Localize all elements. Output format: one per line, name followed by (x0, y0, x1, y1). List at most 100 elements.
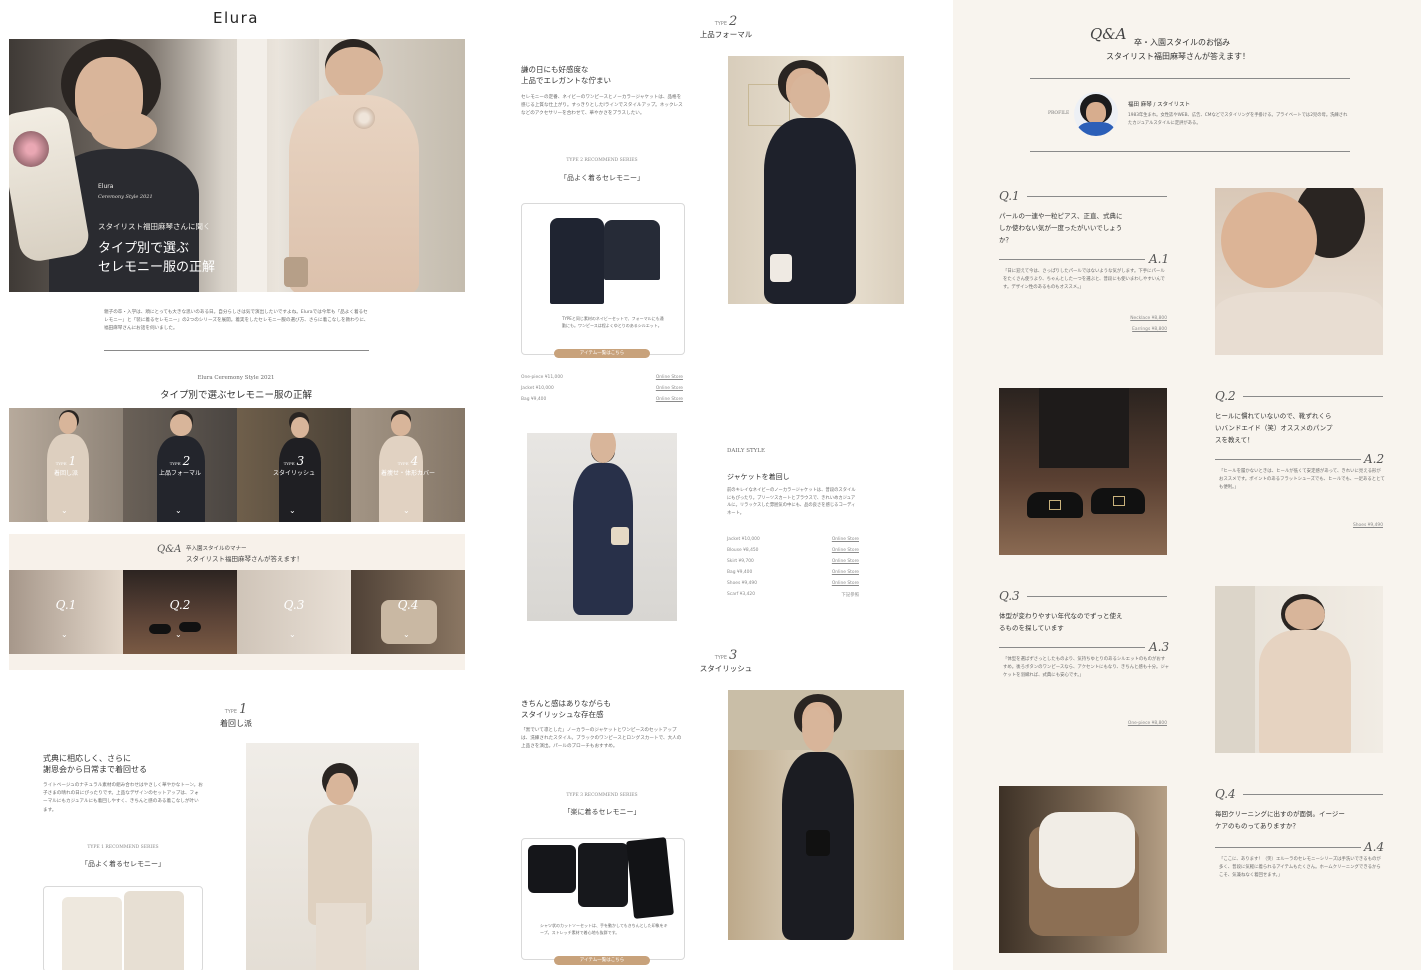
a3-answer: 「体型を選ばずさっとしたものより、気持ちゆとりのあるシルエットのものがおすすめ。… (1003, 657, 1170, 679)
type1-heading-1: 式典に相応しく、さらに (43, 754, 131, 763)
type-tile-4-label: 着痩せ・体形カバー (380, 470, 435, 477)
type2-num: 2 (729, 14, 738, 29)
type2-item-link[interactable]: Online Store (656, 386, 683, 391)
chevron-down-icon: ⌄ (289, 630, 296, 639)
chevron-down-icon: ⌄ (175, 506, 182, 515)
daily-item-link[interactable]: Online Store (832, 548, 859, 553)
qa-title-1: 卒・入園スタイルのお悩み (1134, 38, 1230, 47)
daily-item-row: Scarf ¥3,420 下記参照 (727, 592, 859, 603)
type3-heading: TYPE 3 (686, 648, 766, 663)
a1-answer: 「日に迎えて今は、さっぱりしたパールではないような気がします。下手にパールをたく… (1003, 269, 1165, 291)
type1-prefix: TYPE (224, 709, 237, 715)
daily-item-link[interactable]: Online Store (832, 581, 859, 586)
type3-photo (728, 690, 904, 940)
profile-label: PROFILE (1048, 111, 1070, 116)
q1-photo (1215, 188, 1383, 355)
daily-item-name: Skirt ¥9,700 (727, 559, 754, 564)
type1-num: 1 (239, 702, 248, 717)
q2-rule (1243, 396, 1383, 397)
q3-label: Q.3 (999, 589, 1020, 603)
a4-label: A.4 (1364, 840, 1385, 854)
daily-item-link[interactable]: Online Store (832, 570, 859, 575)
qa-divider-bottom (1030, 151, 1350, 152)
type-tile-3-label: スタイリッシュ (272, 470, 315, 477)
daily-item-name: Bag ¥9,400 (727, 570, 753, 575)
type3-heading-2: スタイリッシュな存在感 (521, 710, 604, 719)
avatar (1074, 92, 1118, 136)
daily-item-row: Jacket ¥10,000 Online Store (727, 537, 859, 548)
type1-heading: TYPE 1 (0, 702, 472, 717)
daily-photo (527, 433, 677, 621)
column-qa: Q&A 卒・入園スタイルのお悩み スタイリスト福田麻琴さんが答えます！ PROF… (953, 0, 1421, 970)
a1-link-2[interactable]: Earrings ¥8,800 (1103, 327, 1167, 332)
daily-item-row: Blouse ¥8,450 Online Store (727, 548, 859, 559)
q2-photo (999, 388, 1167, 555)
qa-tile-3-label: Q.3 (283, 598, 305, 612)
type1-product-card[interactable] (43, 886, 203, 970)
a1-link-1[interactable]: Necklace ¥8,800 (1103, 316, 1167, 321)
type3-body: 「黒でいて凛とした」ノーカラーのジャケットとワンピースのセットアップは、洗練され… (521, 728, 682, 750)
qa-tile-4-label: Q.4 (397, 598, 419, 612)
type-tile-3[interactable]: TYPE 3 スタイリッシュ ⌄ (237, 408, 351, 522)
chevron-down-icon: ⌄ (61, 630, 68, 639)
column-type2-type3: TYPE 2 上品フォーマル 謙の日にも好感度な 上品でエレガントな佇まい セレモ… (478, 0, 948, 970)
qa-tile-1[interactable]: Q.1 ⌄ (9, 570, 123, 654)
type-tile-1-label: 着回し派 (53, 470, 78, 477)
type2-product-card[interactable]: TYPEと同じ素材のネイビーセットで、フォーマルにも通勤にも。ワンピースは程よく… (521, 203, 685, 355)
qa-tile-2[interactable]: Q.2 ⌄ (123, 570, 237, 654)
q4-photo (999, 786, 1167, 953)
qa-tile-4[interactable]: Q.4 ⌄ (351, 570, 465, 654)
daily-body: 前のキレイなネイビーのノーカラージャケットは、普段のスタイルにもぴったり。プリー… (727, 488, 856, 516)
q4-question: 毎回クリーニングに出すのが面倒。イージーケアのものってありますか？ (1215, 810, 1345, 830)
hero-overlay-sub: Ceremony Style 2021 (98, 194, 153, 200)
type3-num: 3 (729, 648, 738, 663)
q2-label: Q.2 (1215, 389, 1236, 403)
type3-prefix: TYPE (714, 655, 727, 661)
daily-item-row: Bag ¥9,400 Online Store (727, 570, 859, 581)
type2-item-link[interactable]: Online Store (656, 397, 683, 402)
a2-rule (1215, 459, 1361, 460)
daily-item-link[interactable]: Online Store (832, 537, 859, 542)
qa-tile-3[interactable]: Q.3 ⌄ (237, 570, 351, 654)
profile-text: 1983年生まれ。女性誌やWEB、広告、CMなどでスタイリングを手掛ける。プライ… (1128, 113, 1348, 126)
qa-banner: Q&A 卒入園スタイルのマナー スタイリスト福田麻琴さんが答えます！ Q.1 ⌄… (9, 534, 465, 670)
type-tile-3-prefix: TYPE (283, 461, 295, 466)
section-title: タイプ別で選ぶセレモニー服の正解 (159, 390, 312, 401)
chevron-down-icon: ⌄ (175, 630, 182, 639)
type3-heading-1: きちんと感はありながらも (521, 699, 611, 708)
type2-item-row: Jacket ¥10,000 Online Store (521, 386, 683, 397)
type-tile-2-num: 2 (182, 454, 191, 468)
type1-photo (246, 743, 419, 970)
type2-item-link[interactable]: Online Store (656, 375, 683, 380)
type1-recommend: TYPE 1 RECOMMEND SERIES (87, 845, 159, 850)
type-tile-2[interactable]: TYPE 2 上品フォーマル ⌄ (123, 408, 237, 522)
type2-cta-button[interactable]: アイテム一覧はこちら (554, 349, 650, 358)
daily-item-link[interactable]: 下記参照 (841, 592, 859, 598)
profile-name: 福田 麻琴 / スタイリスト (1128, 102, 1191, 108)
type3-cta-button[interactable]: アイテム一覧はこちら (554, 956, 650, 965)
type-tiles: TYPE 1 着回し派 ⌄ TYPE 2 上品フォーマル ⌄ TYPE 3 スタイリッ… (9, 408, 465, 522)
qa-divider-top (1030, 78, 1350, 79)
type-tile-1-num: 1 (68, 454, 77, 468)
a3-link-1[interactable]: One-piece ¥8,800 (1103, 721, 1167, 726)
hero-overlay-title-2: セレモニー服の正解 (98, 260, 216, 275)
type-tile-1[interactable]: TYPE 1 着回し派 ⌄ (9, 408, 123, 522)
qa-logo: Q&A (1090, 25, 1127, 43)
type3-product-card[interactable]: シャツ状のカットソーセットは、手を動かしてもきちんとした印象をキープ。ストレッチ… (521, 837, 685, 960)
hero-image: Elura Ceremony Style 2021 スタイリスト福田麻琴さんに聞… (9, 39, 465, 292)
qa-banner-line2: スタイリスト福田麻琴さんが答えます！ (186, 555, 303, 563)
type1-title: 着回し派 (220, 719, 252, 728)
type-tile-4-num: 4 (410, 454, 419, 468)
type-tile-4[interactable]: TYPE 4 着痩せ・体形カバー ⌄ (351, 408, 465, 522)
type-tile-2-label: 上品フォーマル (158, 470, 201, 477)
type3-series: 「楽に着るセレモニー」 (563, 808, 641, 816)
q1-question: パールの一連や一粒ピアス、正直、式典にしか使わない気が一度ったがいいでしょうか？ (999, 212, 1123, 244)
a2-link-1[interactable]: Shoes ¥9,490 (1319, 523, 1383, 528)
type2-items: One-piece ¥11,000 Online Store Jacket ¥10… (521, 375, 683, 408)
qa-title-2: スタイリスト福田麻琴さんが答えます！ (1106, 52, 1250, 61)
brand-logo[interactable]: Elura (0, 9, 472, 27)
q3-rule (1027, 596, 1167, 597)
daily-item-row: Skirt ¥9,700 Online Store (727, 559, 859, 570)
daily-item-link[interactable]: Online Store (832, 559, 859, 564)
type2-heading-1: 謙の日にも好感度な (521, 65, 589, 74)
